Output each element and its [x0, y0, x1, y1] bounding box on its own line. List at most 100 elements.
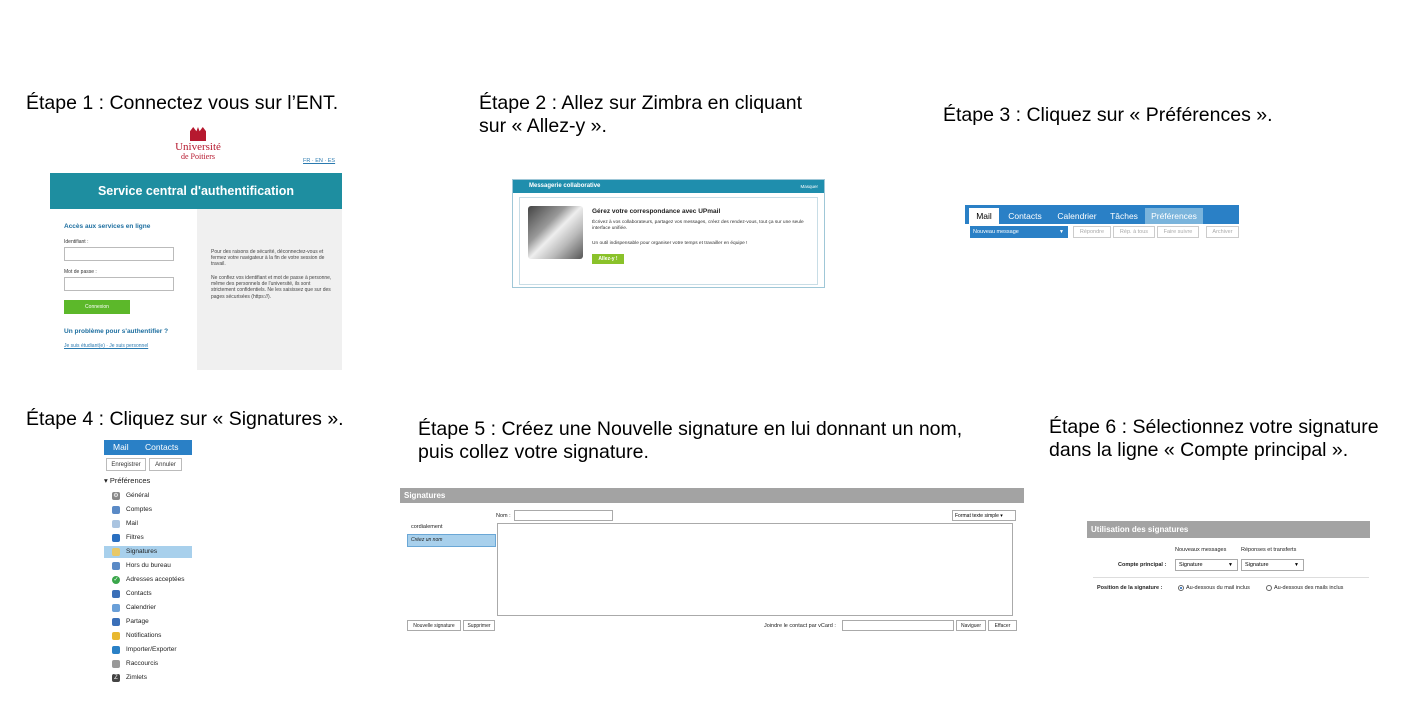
delete-button[interactable]: Supprimer — [463, 620, 495, 631]
step-4-title: Étape 4 : Cliquez sur « Signatures ». — [26, 408, 344, 430]
signature-icon — [112, 548, 120, 556]
preferences-root[interactable]: ▾ Préférences — [104, 476, 150, 485]
login-heading: Accès aux services en ligne — [64, 223, 151, 230]
reply-all-button[interactable]: Rép. à tous — [1113, 226, 1155, 238]
pref-item-notifications[interactable]: Notifications — [104, 630, 192, 642]
step-5-title-line1: Étape 5 : Créez une Nouvelle signature e… — [418, 418, 963, 440]
pref-item-label: Partage — [126, 618, 149, 625]
pref-item-accounts[interactable]: Comptes — [104, 504, 192, 516]
name-label: Nom : — [496, 513, 511, 519]
pref-item-calendar[interactable]: Calendrier — [104, 602, 192, 614]
preferences-tree-screenshot: Mail Contacts Enregistrer Annuler ▾ Préf… — [104, 440, 194, 688]
problem-heading: Un problème pour s'authentifier ? — [64, 328, 169, 335]
chevron-down-icon[interactable]: ▼ — [1059, 226, 1064, 238]
pref-item-label: Filtres — [126, 534, 144, 541]
vcard-input[interactable] — [842, 620, 954, 631]
new-signature-button[interactable]: Nouvelle signature — [407, 620, 461, 631]
reply-button[interactable]: Répondre — [1073, 226, 1111, 238]
help-links[interactable]: Je suis étudiant(e) · Je suis personnel — [64, 343, 148, 349]
clear-button[interactable]: Effacer — [988, 620, 1017, 631]
filter-icon — [112, 534, 120, 542]
position-below-included-radio[interactable] — [1178, 585, 1184, 591]
new-messages-signature-select[interactable]: Signature ▼ — [1175, 559, 1238, 571]
position-below-all-radio[interactable] — [1266, 585, 1272, 591]
password-input[interactable] — [64, 277, 174, 291]
tab-calendar[interactable]: Calendrier — [1053, 208, 1101, 224]
keyboard-icon — [112, 660, 120, 668]
main-account-label: Compte principal : — [1118, 562, 1167, 568]
pref-item-sharing[interactable]: Partage — [104, 616, 192, 628]
pref-item-signatures[interactable]: Signatures — [104, 546, 192, 558]
archive-button[interactable]: Archiver — [1206, 226, 1239, 238]
university-crest-icon — [190, 127, 206, 141]
card-titlebar: Messagerie collaborative Masquer — [513, 180, 824, 193]
vcard-label: Joindre le contact par vCard : — [764, 623, 836, 629]
app-tabs: Mail Contacts — [104, 440, 192, 455]
cancel-button[interactable]: Annuler — [149, 458, 182, 471]
replies-signature-select[interactable]: Signature ▼ — [1241, 559, 1304, 571]
gear-icon: ⚙ — [112, 492, 120, 500]
tab-mail[interactable]: Mail — [969, 208, 999, 224]
out-of-office-icon — [112, 562, 120, 570]
tab-mail[interactable]: Mail — [113, 440, 129, 455]
step-5-title: Étape 5 : Créez une Nouvelle signature e… — [418, 418, 962, 464]
preferences-root-label: Préférences — [109, 476, 151, 485]
step-6-title: Étape 6 : Sélectionnez votre signature d… — [1049, 416, 1379, 462]
pref-item-label: Notifications — [126, 632, 162, 639]
pref-item-zimlets[interactable]: Z Zimlets — [104, 672, 192, 684]
pref-item-label: Raccourcis — [126, 660, 159, 667]
pref-item-shortcuts[interactable]: Raccourcis — [104, 658, 192, 670]
agenda-photo — [528, 206, 583, 259]
pref-item-general[interactable]: ⚙ Général — [104, 490, 192, 502]
signature-name-input[interactable] — [514, 510, 613, 521]
zimlet-icon: Z — [112, 674, 120, 682]
cas-banner: Service central d'authentification — [50, 173, 342, 209]
tab-preferences[interactable]: Préférences — [1145, 208, 1203, 224]
pref-item-label: Adresses acceptées — [126, 576, 185, 583]
tab-tasks[interactable]: Tâches — [1106, 208, 1142, 224]
pref-item-import-export[interactable]: Importer/Exporter — [104, 644, 192, 656]
go-button[interactable]: Allez-y ! — [592, 254, 624, 264]
forward-button[interactable]: Faire suivre — [1157, 226, 1199, 238]
mail-icon — [112, 520, 120, 528]
contact-icon — [112, 590, 120, 598]
new-message-label: Nouveau message — [973, 229, 1019, 235]
toolbar-row: Nouveau message ▼ Répondre Rép. à tous F… — [965, 224, 1239, 241]
format-select[interactable]: Format texte simple ▾ — [952, 510, 1016, 521]
replies-column: Réponses et transferts — [1241, 547, 1297, 553]
pref-item-label: Signatures — [126, 548, 158, 555]
position-label: Position de la signature : — [1097, 585, 1163, 591]
save-button[interactable]: Enregistrer — [106, 458, 146, 471]
signatures-header: Signatures — [400, 488, 1024, 503]
browse-button[interactable]: Naviguer — [956, 620, 986, 631]
pref-item-label: Comptes — [126, 506, 153, 513]
login-button[interactable]: Connexion — [64, 300, 130, 314]
tab-contacts[interactable]: Contacts — [145, 440, 179, 455]
password-label: Mot de passe : — [64, 269, 97, 275]
new-message-button[interactable]: Nouveau message ▼ — [970, 226, 1068, 238]
tab-contacts[interactable]: Contacts — [1003, 208, 1047, 224]
security-note-1: Pour des raisons de sécurité, déconnecte… — [211, 249, 325, 268]
signature-list-item-selected[interactable]: Créez un nom — [407, 534, 496, 547]
position-option-1: Au-dessous du mail inclus — [1186, 585, 1250, 591]
card-hide-link[interactable]: Masquer — [800, 180, 818, 193]
pref-item-accepted-addresses[interactable]: ✓ Adresses acceptées — [104, 574, 192, 586]
pref-item-contacts[interactable]: Contacts — [104, 588, 192, 600]
shield-check-icon: ✓ — [112, 576, 120, 584]
signature-text-area[interactable] — [497, 523, 1013, 616]
pref-item-out-of-office[interactable]: Hors du bureau — [104, 560, 192, 572]
select-value: Signature — [1245, 562, 1269, 568]
chevron-down-icon: ▼ — [1228, 562, 1233, 568]
cas-login-screenshot: Université de Poitiers FR · EN · ES Serv… — [50, 125, 342, 370]
id-input[interactable] — [64, 247, 174, 261]
step-2-title-line1: Étape 2 : Allez sur Zimbra en cliquant — [479, 92, 802, 114]
step-2-title-line2: sur « Allez-y ». — [479, 115, 607, 137]
language-links[interactable]: FR · EN · ES — [303, 158, 335, 164]
pref-item-mail[interactable]: Mail — [104, 518, 192, 530]
card-text-2: Un outil indispensable pour organiser vo… — [592, 241, 748, 246]
new-messages-column: Nouveaux messages — [1175, 547, 1227, 553]
step-6-title-line2: dans la ligne « Compte principal ». — [1049, 439, 1349, 461]
zimbra-toolbar-screenshot: Mail Contacts Calendrier Tâches Préféren… — [965, 205, 1239, 241]
signature-list-item[interactable]: cordialement — [411, 524, 443, 530]
pref-item-filters[interactable]: Filtres — [104, 532, 192, 544]
